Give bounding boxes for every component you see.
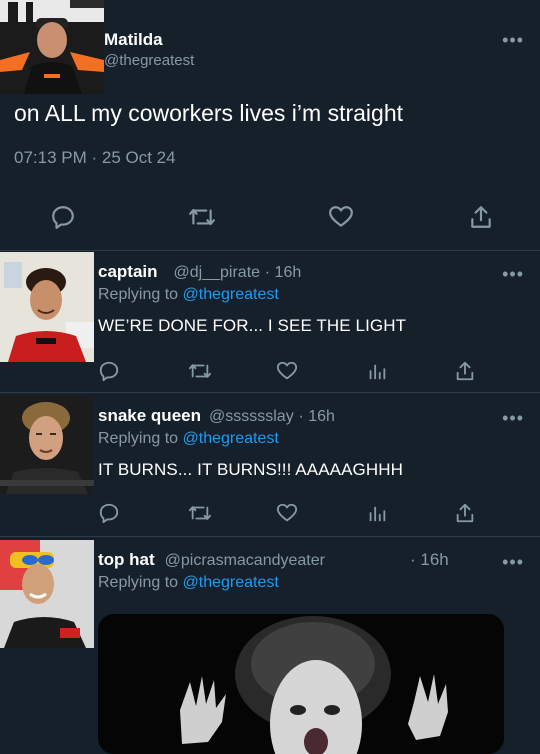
more-icon[interactable]: ••• <box>502 408 524 429</box>
reply-tweet: snake queen @sssssslay · 16h ••• Replying… <box>0 396 540 536</box>
replying-to-handle[interactable]: @thegreatest <box>183 286 279 303</box>
reply-tweet: captain @dj__pirate · 16h ••• Replying to… <box>0 252 540 392</box>
divider <box>0 250 540 251</box>
display-name[interactable]: captain @dj__pirate · 16h <box>98 262 301 282</box>
share-icon[interactable] <box>468 204 494 230</box>
share-icon[interactable] <box>454 360 476 382</box>
display-name-text[interactable]: captain <box>98 262 158 281</box>
divider <box>0 392 540 393</box>
replying-to-handle[interactable]: @thegreatest <box>183 574 279 591</box>
replying-to: Replying to @thegreatest <box>98 430 279 448</box>
reply-icon[interactable] <box>98 360 120 382</box>
display-name-text[interactable]: top hat <box>98 550 155 569</box>
display-name[interactable]: top hat @picrasmacandyeater <box>98 550 325 570</box>
user-handle[interactable]: @picrasmacandyeater <box>165 552 325 569</box>
replying-to-label: Replying to <box>98 574 179 591</box>
like-icon[interactable] <box>276 502 298 524</box>
replying-to-label: Replying to <box>98 286 179 303</box>
relative-time[interactable]: · 16h <box>410 550 449 570</box>
reply-tweet: top hat @picrasmacandyeater · 16h ••• Rep… <box>0 540 540 754</box>
more-icon[interactable]: ••• <box>502 30 524 51</box>
user-handle[interactable]: @thegreatest <box>104 52 194 69</box>
user-handle[interactable]: @sssssslay <box>209 408 294 425</box>
analytics-icon[interactable] <box>366 502 388 524</box>
avatar[interactable] <box>0 0 104 94</box>
screaming-figure-image <box>98 614 504 754</box>
replying-to: Replying to @thegreatest <box>98 574 279 592</box>
tweet-text: WE’RE DONE FOR... I SEE THE LIGHT <box>98 316 407 335</box>
retweet-icon[interactable] <box>188 502 212 524</box>
display-name[interactable]: snake queen @sssssslay · 16h <box>98 406 335 426</box>
timestamp[interactable]: 07:13 PM · 25 Oct 24 <box>14 148 176 168</box>
divider <box>0 536 540 537</box>
share-icon[interactable] <box>454 502 476 524</box>
more-icon[interactable]: ••• <box>502 552 524 573</box>
replying-to-handle[interactable]: @thegreatest <box>183 430 279 447</box>
retweet-icon[interactable] <box>188 204 216 230</box>
more-icon[interactable]: ••• <box>502 264 524 285</box>
reply-icon[interactable] <box>50 204 76 230</box>
display-name[interactable]: Matilda <box>104 30 163 50</box>
like-icon[interactable] <box>328 204 354 230</box>
retweet-icon[interactable] <box>188 360 212 382</box>
like-icon[interactable] <box>276 360 298 382</box>
avatar[interactable] <box>0 396 94 494</box>
replying-to-label: Replying to <box>98 430 179 447</box>
relative-time[interactable]: · 16h <box>265 264 301 281</box>
reply-icon[interactable] <box>98 502 120 524</box>
tweet-text: on ALL my coworkers lives i’m straight <box>14 100 404 126</box>
media-image[interactable] <box>98 614 504 754</box>
avatar[interactable] <box>0 540 94 648</box>
display-name-text[interactable]: snake queen <box>98 406 201 425</box>
tweet-text: IT BURNS... IT BURNS!!! AAAAAGHHH <box>98 460 403 479</box>
analytics-icon[interactable] <box>366 360 388 382</box>
avatar[interactable] <box>0 252 94 362</box>
relative-time[interactable]: · 16h <box>298 408 334 425</box>
replying-to: Replying to @thegreatest <box>98 286 279 304</box>
user-handle[interactable]: @dj__pirate <box>174 264 261 281</box>
